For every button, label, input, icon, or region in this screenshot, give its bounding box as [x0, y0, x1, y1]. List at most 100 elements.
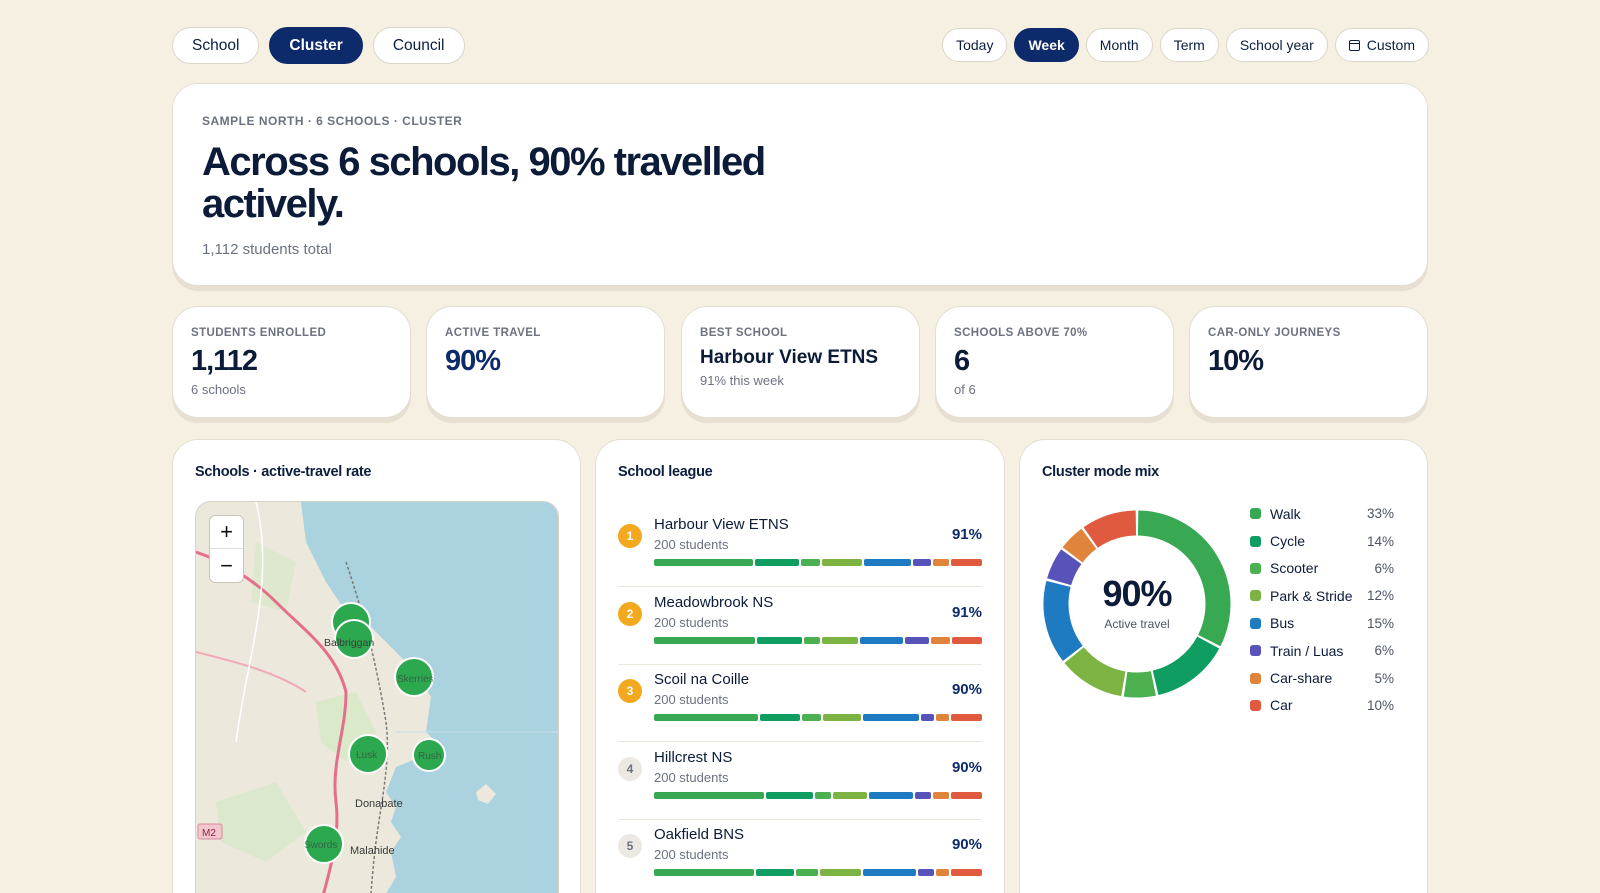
- rank-badge: 4: [618, 756, 642, 781]
- legend-mode-pct: 14%: [1366, 533, 1394, 549]
- mode-bar-segment: [936, 714, 949, 721]
- legend-item: Cycle 14%: [1250, 527, 1394, 554]
- legend-mode-pct: 33%: [1366, 506, 1394, 522]
- league-row[interactable]: 2 Meadowbrook NS 200 students 91%: [618, 587, 983, 665]
- mode-mix-panel-title: Cluster mode mix: [1042, 464, 1159, 480]
- hero-title: Across 6 schools, 90% travelled actively…: [202, 140, 766, 226]
- kpi-value: Harbour View ETNS: [700, 347, 879, 368]
- mode-mix-bar: [654, 714, 983, 721]
- legend-mode-name: Cycle: [1270, 533, 1306, 550]
- mode-mix-bar: [654, 791, 983, 799]
- kpi-students-enrolled: STUDENTS ENROLLED 1,112 6 schools: [172, 306, 411, 418]
- rank-badge: 2: [618, 601, 642, 626]
- road-shield-label: M2: [202, 828, 216, 839]
- scope-council-button[interactable]: Council: [372, 27, 465, 64]
- range-month-button[interactable]: Month: [1085, 28, 1153, 62]
- range-today-button[interactable]: Today: [942, 28, 1008, 62]
- hero-eyebrow: SAMPLE NORTH · 6 SCHOOLS · CLUSTER: [202, 114, 463, 128]
- mode-legend: Walk 33% Cycle 14% Scooter 6% Park & Stride 12%…: [1250, 500, 1394, 719]
- legend-mode-pct: 6%: [1374, 560, 1394, 576]
- map-canvas[interactable]: Balbriggan Skerries Lusk Rush Swords Don…: [196, 502, 559, 893]
- league-row[interactable]: 1 Harbour View ETNS 200 students 91%: [618, 509, 983, 587]
- mode-bar-segment: [932, 791, 949, 799]
- calendar-icon: [1348, 39, 1360, 51]
- mode-bar-segment: [864, 559, 911, 566]
- kpi-value: 10%: [1208, 345, 1264, 377]
- school-active-pct: 90%: [951, 836, 982, 853]
- map-place-label: Skerries: [397, 674, 434, 685]
- kpi-value: 1,112: [191, 345, 258, 377]
- map-place-label: Lusk: [356, 750, 378, 761]
- legend-mode-name: Walk: [1270, 505, 1301, 522]
- school-students: 200 students: [654, 769, 729, 785]
- legend-swatch: [1250, 562, 1261, 574]
- legend-mode-pct: 15%: [1366, 615, 1394, 631]
- league-panel-title: School league: [618, 464, 713, 480]
- mode-mix-donut: 90% Active travel: [1040, 507, 1234, 701]
- league-row[interactable]: 5 Oakfield BNS 200 students 90%: [618, 819, 983, 893]
- legend-swatch: [1250, 672, 1261, 684]
- school-active-pct: 90%: [951, 681, 982, 698]
- league-panel: School league 1 Harbour View ETNS 200 stud…: [595, 439, 1005, 893]
- date-range-toggle: Today Week Month Term School year Custom: [942, 28, 1429, 62]
- kpi-value: 90%: [445, 345, 501, 377]
- legend-swatch: [1250, 645, 1261, 657]
- mode-bar-segment: [915, 791, 931, 799]
- mode-bar-segment: [765, 791, 813, 799]
- legend-mode-name: Bus: [1270, 615, 1295, 632]
- scope-toggle: School Cluster Council: [172, 27, 465, 64]
- school-name: Scoil na Coille: [654, 671, 750, 688]
- mode-bar-segment: [862, 714, 920, 721]
- mode-bar-segment: [860, 636, 903, 644]
- mode-bar-segment: [918, 869, 935, 876]
- map-place-label: Donabate: [355, 798, 403, 810]
- league-row[interactable]: 3 Scoil na Coille 200 students 90%: [618, 664, 983, 742]
- legend-mode-name: Scooter: [1270, 560, 1319, 577]
- mode-bar-segment: [654, 791, 764, 799]
- scope-school-button[interactable]: School: [172, 27, 260, 64]
- scope-cluster-button[interactable]: Cluster: [269, 27, 363, 64]
- range-custom-button[interactable]: Custom: [1334, 28, 1429, 62]
- legend-item: Scooter 6%: [1250, 555, 1394, 582]
- donut-center-label: Active travel: [1104, 617, 1170, 631]
- map-zoom-control: + −: [209, 515, 244, 583]
- school-name: Oakfield BNS: [654, 826, 745, 843]
- mode-bar-segment: [821, 636, 859, 644]
- school-students: 200 students: [654, 847, 729, 862]
- kpi-value: 6: [954, 345, 970, 377]
- zoom-out-button[interactable]: −: [210, 549, 243, 582]
- legend-mode-name: Train / Luas: [1270, 642, 1344, 659]
- league-row[interactable]: 4 Hillcrest NS 200 students 90%: [618, 742, 983, 820]
- mode-bar-segment: [823, 714, 861, 721]
- mode-bar-segment: [933, 559, 949, 566]
- range-week-button[interactable]: Week: [1014, 28, 1079, 62]
- mode-bar-segment: [756, 636, 803, 644]
- mode-bar-segment: [950, 791, 983, 799]
- school-name: Harbour View ETNS: [654, 516, 789, 533]
- map-place-label: Malahide: [350, 845, 395, 857]
- kpi-sub: 6 schools: [191, 382, 246, 397]
- hero-card: SAMPLE NORTH · 6 SCHOOLS · CLUSTER Acros…: [172, 83, 1428, 286]
- zoom-in-button[interactable]: +: [210, 516, 243, 549]
- kpi-label: CAR-ONLY JOURNEYS: [1208, 327, 1341, 339]
- school-active-pct: 91%: [951, 526, 982, 543]
- range-school-year-button[interactable]: School year: [1225, 28, 1328, 62]
- mode-bar-segment: [804, 636, 820, 644]
- school-active-pct: 91%: [951, 603, 982, 621]
- rank-badge: 1: [618, 524, 642, 548]
- mode-bar-segment: [654, 869, 755, 876]
- mode-bar-segment: [796, 869, 819, 876]
- mode-bar-segment: [654, 636, 755, 644]
- range-custom-label: Custom: [1366, 37, 1415, 53]
- mode-mix-panel: Cluster mode mix 90% Active travel Walk 3…: [1019, 439, 1428, 893]
- legend-item: Train / Luas 6%: [1250, 637, 1394, 664]
- legend-item: Bus 15%: [1250, 610, 1394, 637]
- donut-center-value: 90%: [1102, 573, 1172, 614]
- mode-bar-segment: [801, 559, 820, 566]
- mode-bar-segment: [654, 559, 754, 566]
- mode-bar-segment: [904, 636, 930, 644]
- range-term-button[interactable]: Term: [1159, 28, 1219, 62]
- schools-map[interactable]: Balbriggan Skerries Lusk Rush Swords Don…: [195, 501, 559, 893]
- legend-item: Car 10%: [1250, 692, 1394, 719]
- mode-bar-segment: [912, 559, 932, 566]
